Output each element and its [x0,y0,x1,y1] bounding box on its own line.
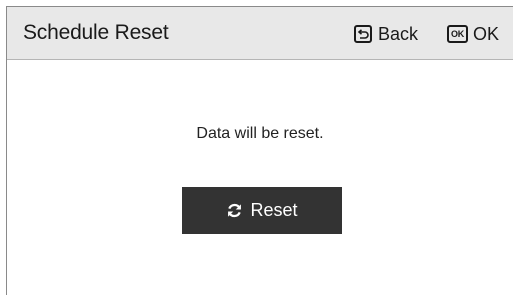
reset-button[interactable]: Reset [182,187,342,234]
page-title: Schedule Reset [23,21,169,44]
screen-frame: Schedule Reset Back OK OK Data will be r… [6,6,513,295]
back-label: Back [378,23,419,44]
refresh-icon [228,203,242,218]
ok-key-icon: OK [447,25,468,43]
reset-label: Reset [250,200,298,220]
header-bar: Schedule Reset Back OK OK [7,7,513,60]
back-arrow-icon [354,25,372,43]
ok-label: OK [473,23,500,44]
back-button[interactable]: Back [354,22,418,46]
reset-message: Data will be reset. [196,125,324,142]
ok-button[interactable]: OK OK [447,22,499,46]
